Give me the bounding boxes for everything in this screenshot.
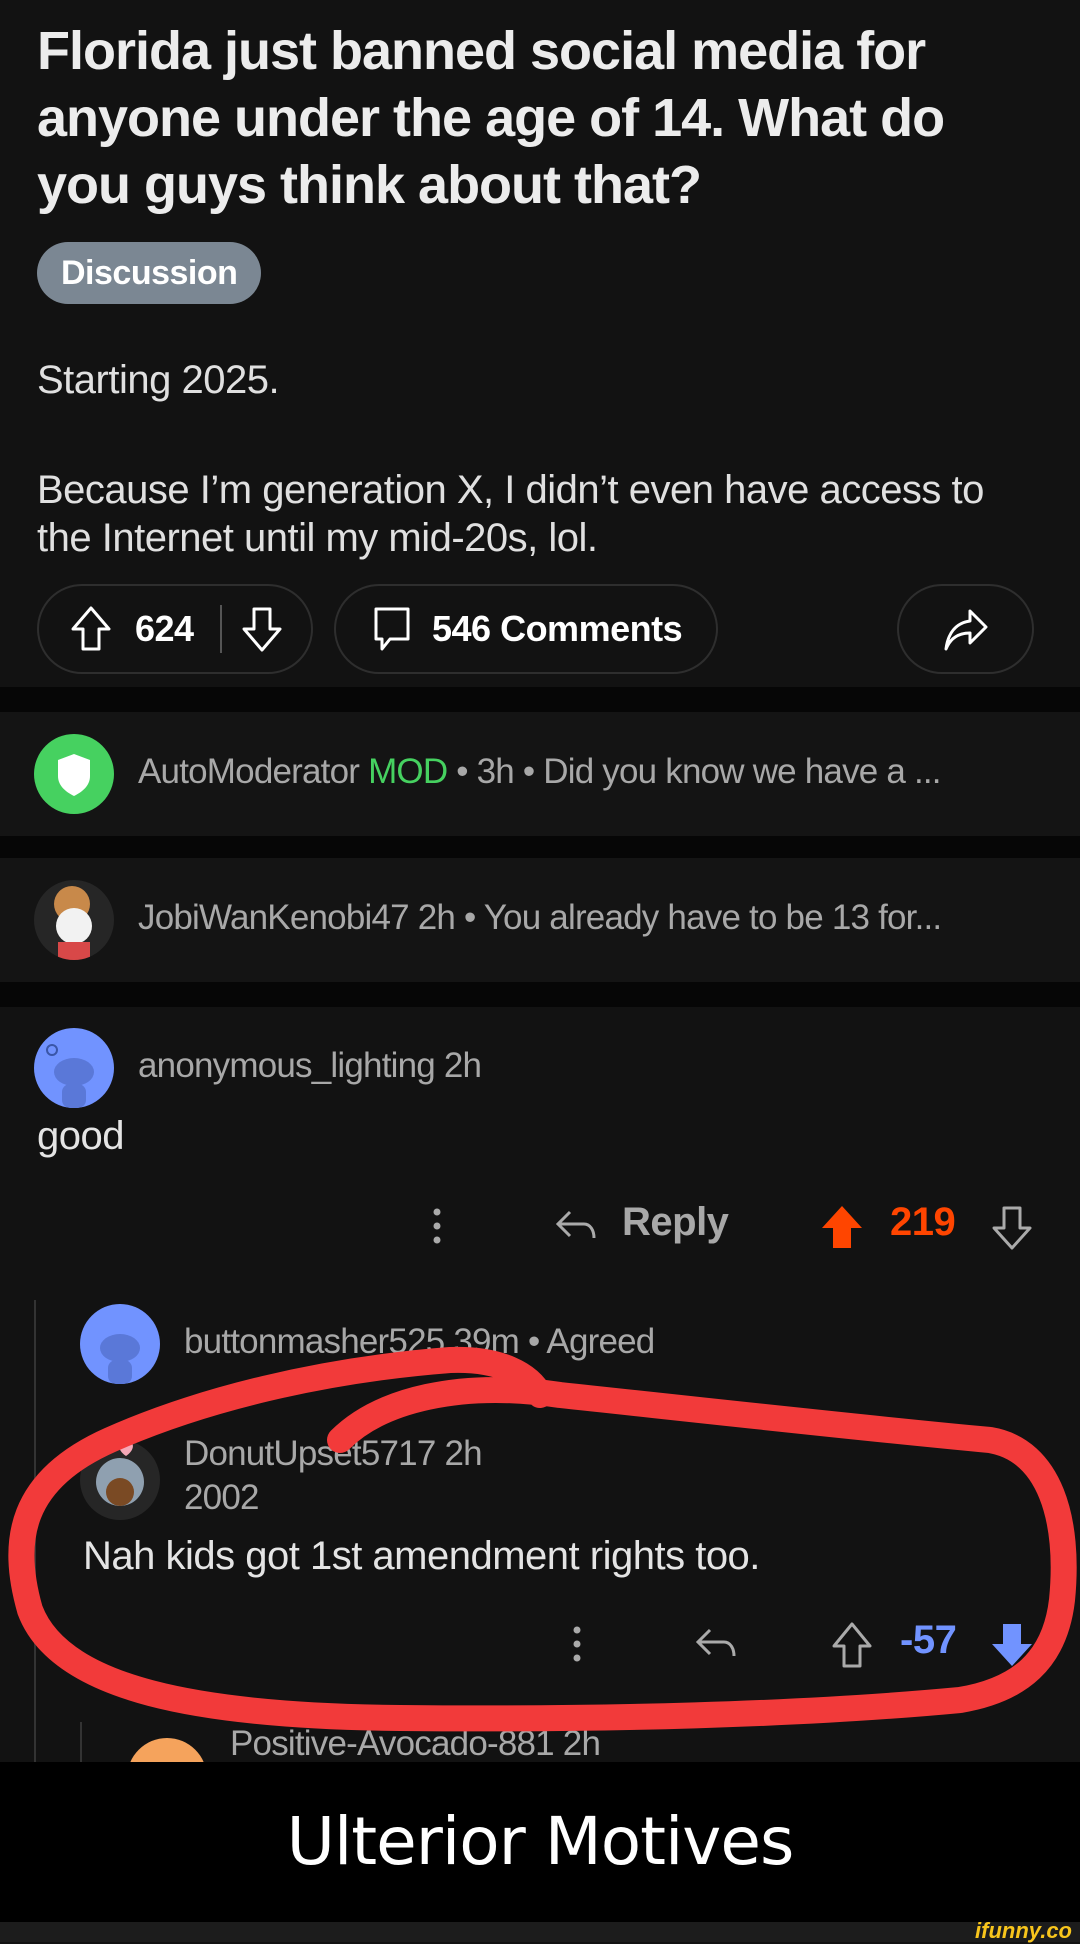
ifunny-watermark: ifunny.co (975, 1918, 1072, 1943)
watermark-bar: ifunny.co (0, 1918, 1080, 1943)
meme-caption: Ulterior Motives (0, 1762, 1080, 1922)
red-circle-annotation (8, 1346, 1077, 1732)
